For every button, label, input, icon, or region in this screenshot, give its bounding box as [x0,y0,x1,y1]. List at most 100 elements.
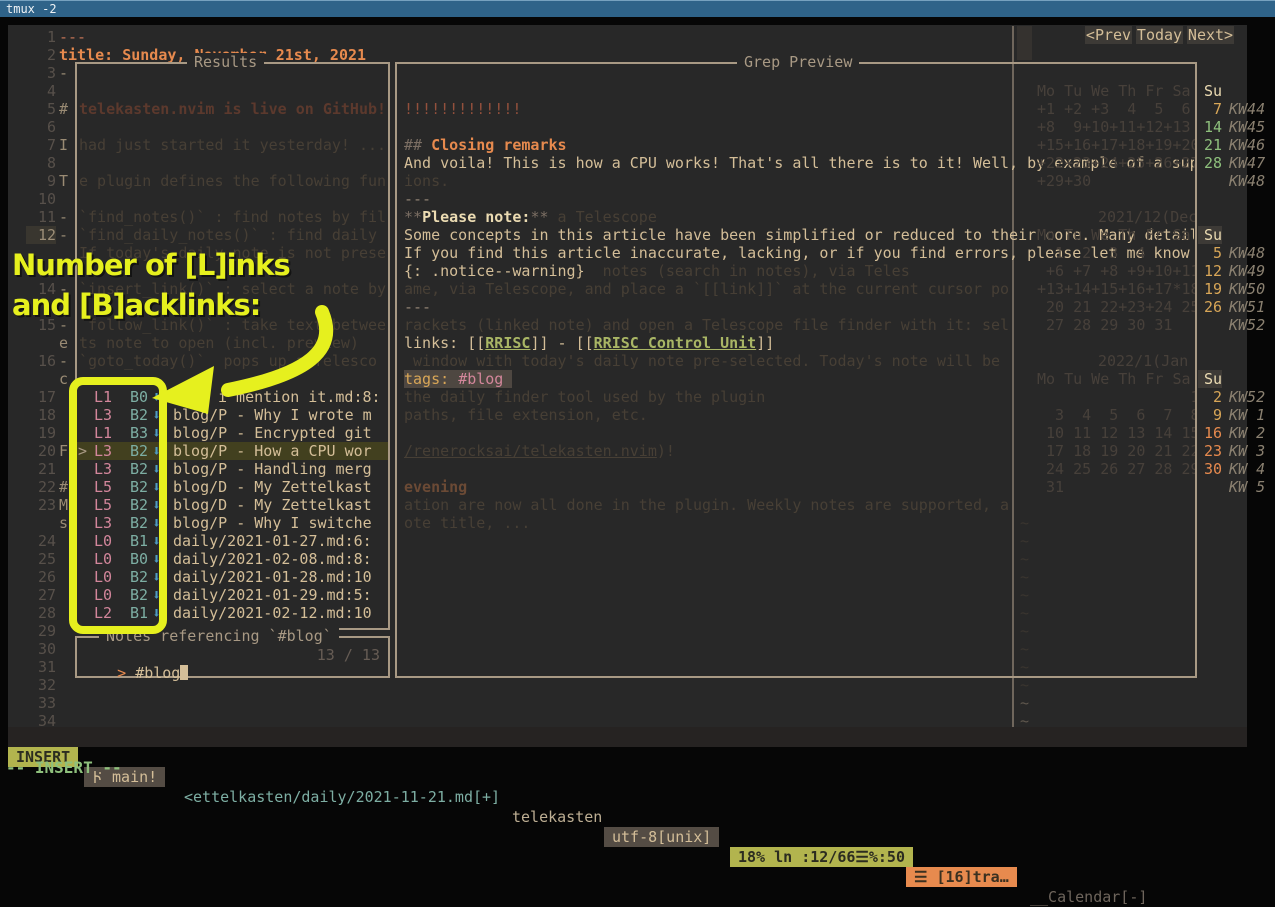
line-number: 17 [26,388,56,406]
buffer-text-fragment: - [59,226,68,244]
calendar-week-number: KW44 [1229,100,1265,118]
calendar-sunday[interactable]: 16 [1198,424,1222,442]
calendar-week-number: KW52 [1229,388,1265,406]
line-number: 9 [26,172,56,190]
buffer-text-fragment: T [59,172,68,190]
calendar-week-number: KW51 [1229,298,1265,316]
buffer-text-fragment: M [59,496,68,514]
empty-line-tilde: ~ [1020,676,1029,694]
calendar-sunday[interactable]: 7 [1198,100,1222,118]
buffer-text-fragment: - [59,64,68,82]
buffer-text-fragment: # [59,478,68,496]
encoding-label: utf-8[unix] [604,827,719,847]
line-number: 26 [26,568,56,586]
calendar-week-number: KW47 [1229,154,1265,172]
calendar-week-number: KW45 [1229,118,1265,136]
calendar-week-number: KW52 [1229,316,1265,334]
calendar-today-button[interactable]: Today [1136,26,1183,44]
line-number: 11 [26,208,56,226]
calendar-sunday[interactable]: 23 [1198,442,1222,460]
calendar-sunday[interactable]: 28 [1198,154,1222,172]
calendar-sunday[interactable]: 26 [1198,298,1222,316]
tmux-title-bar: tmux -2 [0,0,1275,17]
buffer-text-fragment: c [59,370,68,388]
prompt-window: Notes referencing `#blog` > #blog 13 / 1… [75,636,390,678]
line-number: 1 [26,28,56,46]
line-number: 21 [26,460,56,478]
filetype-label: telekasten [504,807,610,827]
calendar-week-number: KW48 [1229,244,1265,262]
calendar-sunday[interactable]: 2 [1198,388,1222,406]
line-number: 7 [26,136,56,154]
text-cursor [180,665,188,680]
line-number: 27 [26,586,56,604]
buffer-text-fragment: I [59,136,68,154]
line-number: 12 [26,226,56,244]
calendar-sunday[interactable]: 21 [1198,136,1222,154]
calendar-sunday[interactable]: 19 [1198,280,1222,298]
calendar-sunday[interactable]: 12 [1198,262,1222,280]
calendar-statusline: __Calendar[-] [1022,887,1155,907]
results-window-title: Results [187,53,264,71]
search-query: #blog [135,664,180,682]
annotation-arrow-icon [140,300,360,430]
line-number: 3 [26,64,56,82]
line-number: 20 [26,442,56,460]
annotation-line1: Number of [L]inks [12,248,290,282]
tmux-title: tmux -2 [6,2,57,16]
line-number: 32 [26,676,56,694]
line-number: 2 [26,46,56,64]
line-number: 19 [26,424,56,442]
line-number: 24 [26,532,56,550]
calendar-prev-button[interactable]: <Prev [1085,26,1132,44]
line-number: 25 [26,550,56,568]
prompt-caret: > [117,664,126,682]
buffer-line: --- [59,28,86,46]
grep-preview-window: Grep Preview [395,62,1197,678]
empty-line-tilde: ~ [1020,694,1029,712]
calendar-week-number: KW50 [1229,280,1265,298]
result-counter: 13 / 13 [317,646,380,664]
line-number: 4 [26,82,56,100]
calendar-sunday[interactable]: 30 [1198,460,1222,478]
calendar-sunday-header: Su [1198,226,1222,244]
calendar-sunday-header: Su [1198,82,1222,100]
line-number: 30 [26,640,56,658]
line-number: 29 [26,622,56,640]
line-number: 33 [26,694,56,712]
line-number: 18 [26,406,56,424]
line-number: 28 [26,604,56,622]
calendar-week-number: KW 1 [1229,406,1265,424]
buffer-text-fragment: e [59,334,68,352]
line-number: 22 [26,478,56,496]
buffer-text-fragment: # [59,100,68,118]
calendar-sunday[interactable]: 9 [1198,406,1222,424]
calendar-week-number: KW48 [1229,172,1265,190]
calendar-sunday[interactable]: 14 [1198,118,1222,136]
buffer-text-fragment: F [59,442,68,460]
calendar-week-number: KW 2 [1229,424,1265,442]
line-number: 16 [26,352,56,370]
calendar-cursor [1017,26,1032,60]
statusline: INSERT main! <ettelkasten/daily/2021-11-… [8,727,1247,747]
calendar-week-number: KW 4 [1229,460,1265,478]
line-number: 31 [26,658,56,676]
calendar-week-number: KW49 [1229,262,1265,280]
buffer-text-fragment: s [59,514,68,532]
cursor-position: 18% ln :12/66☰%:50 [730,847,913,867]
calendar-sunday-header: Su [1198,370,1222,388]
current-file-path: <ettelkasten/daily/2021-11-21.md[+] [176,787,508,807]
calendar-week-number: KW 3 [1229,442,1265,460]
calendar-sunday[interactable]: 5 [1198,244,1222,262]
calendar-week-number: KW46 [1229,136,1265,154]
mode-message: -- INSERT -- [6,758,122,777]
line-number: 5 [26,100,56,118]
grep-preview-title: Grep Preview [737,53,859,71]
calendar-next-button[interactable]: Next> [1187,26,1234,44]
calendar-week-number: KW 5 [1229,478,1265,496]
line-number: 8 [26,154,56,172]
whitespace-warning: ☰ [16]tra… [906,867,1017,887]
search-input[interactable]: > #blog [81,646,188,700]
buffer-text-fragment: - [59,208,68,226]
buffer-text-fragment: - [59,352,68,370]
